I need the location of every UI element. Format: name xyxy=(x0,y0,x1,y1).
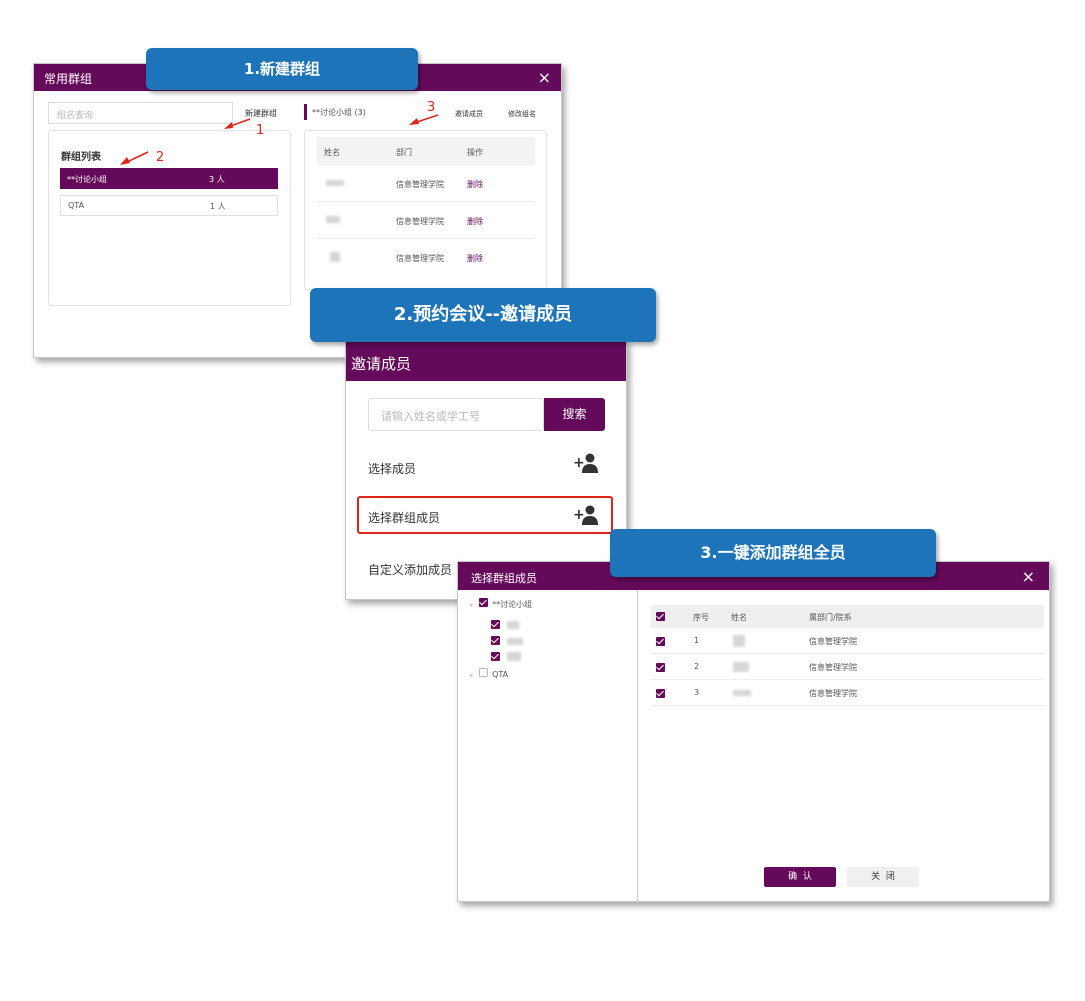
group-item-count: 1 人 xyxy=(210,202,226,211)
table-row[interactable]: 2 信息管理学院 xyxy=(651,654,1044,680)
row-dept: 信息管理学院 xyxy=(396,254,444,263)
col-name: 姓名 xyxy=(731,613,747,622)
member-search-input[interactable]: 请输入姓名或学工号 xyxy=(368,398,544,431)
row-no: 3 xyxy=(694,688,700,697)
blurred-name xyxy=(733,662,749,672)
row-dept: 信息管理学院 xyxy=(809,689,857,698)
members-table-header: 序号 姓名 属部门/院系 xyxy=(651,605,1044,628)
blurred-name xyxy=(507,621,520,629)
group-search-input[interactable]: 组名查询 xyxy=(48,102,233,124)
select-group-members-window: 选择群组成员 × ▾ **讨论小组 ▸ QTA 序号 姓名 属部门/院系 1 信… xyxy=(457,561,1050,903)
col-dept: 属部门/院系 xyxy=(809,613,852,622)
group-item-name: **讨论小组 xyxy=(67,175,107,184)
expand-icon[interactable]: ▾ xyxy=(470,602,473,609)
blurred-name xyxy=(507,652,522,661)
row-checkbox[interactable] xyxy=(656,663,665,672)
confirm-button[interactable]: 确 认 xyxy=(764,867,836,887)
window-title: 常用群组 xyxy=(44,72,93,86)
blurred-name xyxy=(507,638,524,645)
checkbox[interactable] xyxy=(491,636,500,645)
col-name: 姓名 xyxy=(324,148,340,157)
close-icon[interactable]: × xyxy=(538,68,551,87)
blurred-name xyxy=(733,635,745,647)
group-item-count: 3 人 xyxy=(209,175,225,184)
new-group-link[interactable]: 新建群组 xyxy=(245,108,277,119)
group-item-selected[interactable]: **讨论小组 3 人 xyxy=(60,168,278,189)
delete-link[interactable]: 删除 xyxy=(467,179,483,190)
blurred-name xyxy=(733,690,751,696)
checkbox[interactable] xyxy=(491,652,500,661)
table-row: 信息管理学院 删除 xyxy=(317,239,535,276)
table-row: 信息管理学院 删除 xyxy=(317,202,535,239)
option-label: 选择群组成员 xyxy=(368,511,441,525)
row-checkbox[interactable] xyxy=(656,689,665,698)
select-all-checkbox[interactable] xyxy=(656,612,665,621)
step3-banner: 3.一键添加群组全员 xyxy=(610,529,936,577)
window-title: 选择群组成员 xyxy=(471,572,537,585)
tree-leaf[interactable] xyxy=(491,646,522,665)
tree-group-label: QTA xyxy=(492,670,509,679)
close-button[interactable]: 关 闭 xyxy=(847,867,919,887)
delete-link[interactable]: 删除 xyxy=(467,216,483,227)
row-dept: 信息管理学院 xyxy=(809,663,857,672)
row-dept: 信息管理学院 xyxy=(809,637,857,646)
members-table: 序号 姓名 属部门/院系 1 信息管理学院 2 信息管理学院 3 信息管理学院 xyxy=(651,605,1044,706)
tree-group-label: **讨论小组 xyxy=(492,600,533,609)
group-item-name: QTA xyxy=(68,201,85,210)
col-action: 操作 xyxy=(467,148,483,157)
tree-node-group2[interactable]: ▸ QTA xyxy=(470,668,508,679)
option-label: 选择成员 xyxy=(368,462,417,476)
checkbox[interactable] xyxy=(491,620,500,629)
checkbox[interactable] xyxy=(478,668,488,677)
annotation-number-3: 3 xyxy=(427,100,436,115)
close-icon[interactable]: × xyxy=(1022,567,1035,586)
rename-group-link[interactable]: 修改组名 xyxy=(508,109,536,119)
group-tree: ▾ **讨论小组 ▸ QTA xyxy=(458,590,638,903)
invite-members-link[interactable]: 邀请成员 xyxy=(455,109,483,119)
checkbox[interactable] xyxy=(478,598,488,607)
row-no: 2 xyxy=(694,662,700,671)
members-panel: 姓名 部门 操作 信息管理学院 删除 信息管理学院 删除 信息管理学院 删除 xyxy=(304,130,547,290)
row-no: 1 xyxy=(694,636,700,645)
selected-group-marker xyxy=(304,104,307,120)
invite-titlebar: 邀请成员 xyxy=(346,341,626,381)
group-list-title: 群组列表 xyxy=(61,152,101,163)
add-user-icon: + xyxy=(573,453,598,473)
col-no: 序号 xyxy=(693,613,709,622)
table-row: 信息管理学院 删除 xyxy=(317,165,535,202)
table-row[interactable]: 3 信息管理学院 xyxy=(651,680,1044,706)
blurred-name xyxy=(326,216,340,223)
row-dept: 信息管理学院 xyxy=(396,217,444,226)
annotation-number-1: 1 xyxy=(256,123,265,138)
row-dept: 信息管理学院 xyxy=(396,180,444,189)
option-select-group-members[interactable]: 选择群组成员 + xyxy=(357,496,613,534)
window-title: 邀请成员 xyxy=(351,355,412,373)
blurred-name xyxy=(326,180,344,186)
table-row[interactable]: 1 信息管理学院 xyxy=(651,628,1044,654)
tree-node-group1[interactable]: ▾ **讨论小组 xyxy=(470,598,532,610)
step1-banner: 1.新建群组 xyxy=(146,48,418,90)
col-dept: 部门 xyxy=(396,148,412,157)
step2-banner: 2.预约会议--邀请成员 xyxy=(310,288,656,342)
search-button[interactable]: 搜索 xyxy=(544,398,605,431)
option-select-members[interactable]: 选择成员 + xyxy=(357,447,613,483)
annotation-number-2: 2 xyxy=(156,150,165,165)
members-table: 姓名 部门 操作 信息管理学院 删除 信息管理学院 删除 信息管理学院 删除 xyxy=(317,137,535,276)
members-table-header: 姓名 部门 操作 xyxy=(317,137,535,165)
add-user-icon: + xyxy=(573,505,598,525)
blurred-name xyxy=(330,252,340,262)
option-label: 自定义添加成员 xyxy=(368,563,453,577)
selected-group-title: **讨论小组 (3) xyxy=(312,108,366,117)
delete-link[interactable]: 删除 xyxy=(467,253,483,264)
group-list-panel: 群组列表 **讨论小组 3 人 QTA 1 人 xyxy=(48,130,291,306)
row-checkbox[interactable] xyxy=(656,637,665,646)
expand-icon[interactable]: ▸ xyxy=(470,672,473,679)
group-item[interactable]: QTA 1 人 xyxy=(60,195,278,216)
